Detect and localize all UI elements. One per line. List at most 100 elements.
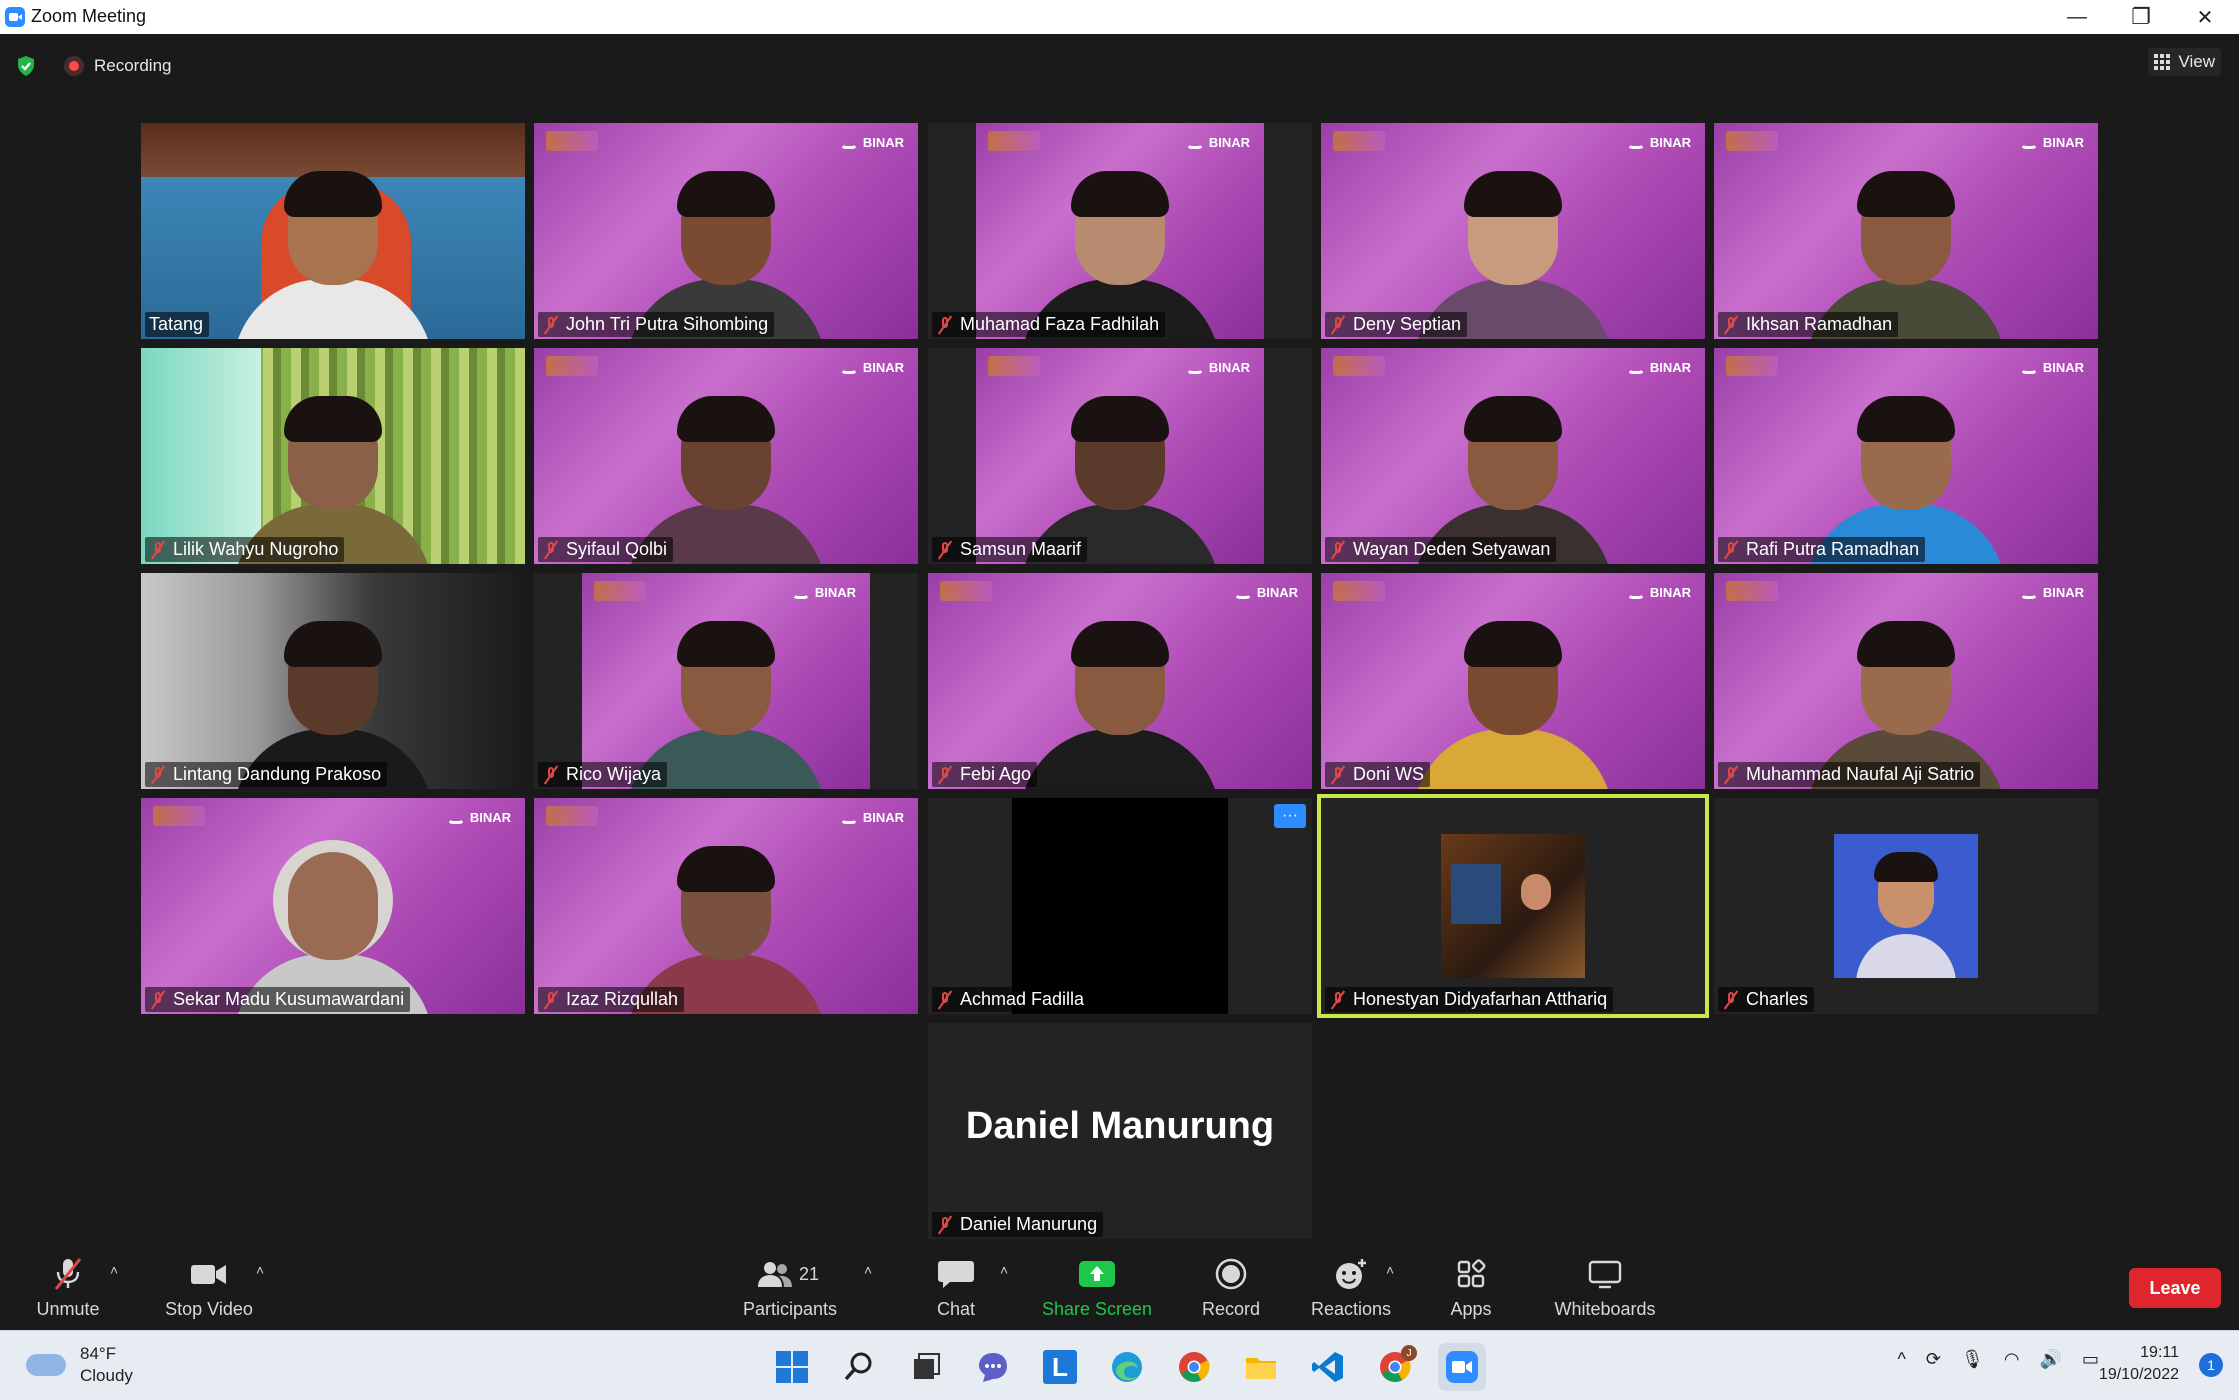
wifi-icon[interactable]: ◠: [2004, 1349, 2020, 1370]
participant-name: Samsun Maarif: [960, 539, 1082, 559]
apps-button[interactable]: Apps: [1436, 1250, 1506, 1330]
restore-button[interactable]: ❐: [2109, 0, 2173, 34]
binar-logo: BINAR: [446, 810, 511, 825]
file-explorer-icon[interactable]: [1237, 1343, 1285, 1391]
participant-name-tag: Samsun Maarif: [932, 537, 1088, 562]
video-tile-rico-wijaya[interactable]: BINAR Rico Wijaya: [534, 573, 918, 789]
edge-icon[interactable]: [1103, 1343, 1151, 1391]
more-options-button[interactable]: ···: [1274, 804, 1306, 828]
zoom-icon[interactable]: [1438, 1343, 1486, 1391]
video-tile-lilik-wahyu-nugroho[interactable]: Lilik Wahyu Nugroho: [141, 348, 525, 564]
participants-icon: 21: [755, 1257, 825, 1291]
window-title: Zoom Meeting: [31, 6, 147, 26]
chat-button[interactable]: Chat: [920, 1250, 992, 1330]
unmute-label: Unmute: [36, 1299, 100, 1319]
video-tile-tatang[interactable]: Tatang: [141, 123, 525, 339]
kompas-logo: [546, 131, 598, 151]
muted-microphone-icon: [1329, 315, 1347, 335]
video-tile-lintang-dandung-prakoso[interactable]: Lintang Dandung Prakoso: [141, 573, 525, 789]
weather-widget[interactable]: 84°F Cloudy: [26, 1343, 133, 1387]
video-tile-daniel-manurung[interactable]: Daniel Manurung Daniel Manurung: [928, 1023, 1312, 1239]
participant-name: Rico Wijaya: [566, 764, 662, 784]
participant-video: [1413, 621, 1613, 789]
whiteboard-icon: [1585, 1257, 1625, 1291]
video-tile-izaz-rizqullah[interactable]: BINAR Izaz Rizqullah: [534, 798, 918, 1014]
chrome-icon[interactable]: [1170, 1343, 1218, 1391]
reactions-label: Reactions: [1310, 1299, 1392, 1319]
stop-video-label: Stop Video: [165, 1299, 253, 1319]
microphone-icon[interactable]: 🎙: [1961, 1349, 1984, 1370]
video-tile-charles[interactable]: Charles: [1714, 798, 2098, 1014]
whiteboards-button[interactable]: Whiteboards: [1544, 1250, 1666, 1330]
apps-icon: [1451, 1257, 1491, 1291]
recording-label[interactable]: Recording: [94, 56, 172, 76]
volume-icon[interactable]: 🔊: [2040, 1349, 2062, 1370]
encryption-shield-icon[interactable]: [14, 54, 38, 78]
video-tile-achmad-fadilla[interactable]: ··· Achmad Fadilla: [928, 798, 1312, 1014]
muted-microphone-icon: [1722, 315, 1740, 335]
view-button[interactable]: View: [2148, 48, 2221, 76]
participants-button[interactable]: 21 Participants: [736, 1250, 844, 1330]
chrome-profile-icon[interactable]: J: [1371, 1343, 1419, 1391]
video-tile-syifaul-qolbi[interactable]: BINAR Syifaul Qolbi: [534, 348, 918, 564]
minimize-button[interactable]: —: [2045, 0, 2109, 34]
leave-button[interactable]: Leave: [2129, 1268, 2221, 1308]
participant-name-tag: Muhamad Faza Fadhilah: [932, 312, 1166, 337]
battery-icon[interactable]: ▭: [2082, 1349, 2099, 1370]
window-title-bar: Zoom Meeting — ❐ ✕: [0, 0, 2239, 34]
show-hidden-icons-icon[interactable]: ^: [1897, 1349, 1905, 1370]
kompas-logo: [1726, 131, 1778, 151]
kompas-logo: [153, 806, 205, 826]
start-icon[interactable]: [768, 1343, 816, 1391]
taskbar-clock[interactable]: 19:11 19/10/2022: [2099, 1342, 2179, 1386]
video-tile-wayan-deden-setyawan[interactable]: BINAR Wayan Deden Setyawan: [1321, 348, 1705, 564]
unmute-button[interactable]: Unmute: [22, 1250, 114, 1330]
participant-name-tag: Ikhsan Ramadhan: [1718, 312, 1899, 337]
video-tile-john-tri-putra-sihombing[interactable]: BINAR John Tri Putra Sihombing: [534, 123, 918, 339]
video-options-caret[interactable]: ˄: [256, 1262, 264, 1278]
vscode-icon[interactable]: [1304, 1343, 1352, 1391]
binar-logo: BINAR: [2019, 135, 2084, 150]
l-app-icon[interactable]: L: [1036, 1343, 1084, 1391]
teams-chat-icon[interactable]: [969, 1343, 1017, 1391]
muted-microphone-icon: [1722, 765, 1740, 785]
video-tile-febi-ago[interactable]: BINAR Febi Ago: [928, 573, 1312, 789]
participant-name-tag: Honestyan Didyafarhan Atthariq: [1325, 987, 1614, 1012]
binar-logo: BINAR: [791, 585, 856, 600]
reactions-options-caret[interactable]: ˄: [1386, 1262, 1394, 1278]
audio-options-caret[interactable]: ˄: [110, 1262, 118, 1278]
reactions-button[interactable]: Reactions: [1306, 1250, 1396, 1330]
sync-icon[interactable]: ⟳: [1926, 1349, 1941, 1370]
video-tile-doni-ws[interactable]: BINAR Doni WS: [1321, 573, 1705, 789]
cloud-icon: [26, 1354, 66, 1376]
participant-name-tag: Daniel Manurung: [932, 1212, 1104, 1237]
record-button[interactable]: Record: [1194, 1250, 1268, 1330]
task-view-icon[interactable]: [902, 1343, 950, 1391]
kompas-logo: [1333, 131, 1385, 151]
chat-label: Chat: [936, 1299, 976, 1319]
video-tile-rafi-putra-ramadhan[interactable]: BINAR Rafi Putra Ramadhan: [1714, 348, 2098, 564]
stop-video-button[interactable]: Stop Video: [156, 1250, 262, 1330]
video-tile-muhamad-faza-fadhilah[interactable]: BINAR Muhamad Faza Fadhilah: [928, 123, 1312, 339]
video-off-area: [1012, 798, 1228, 1014]
participants-options-caret[interactable]: ˄: [864, 1262, 872, 1278]
video-tile-deny-septian[interactable]: BINAR Deny Septian: [1321, 123, 1705, 339]
video-tile-samsun-maarif[interactable]: BINAR Samsun Maarif: [928, 348, 1312, 564]
search-icon[interactable]: [835, 1343, 883, 1391]
video-tile-ikhsan-ramadhan[interactable]: BINAR Ikhsan Ramadhan: [1714, 123, 2098, 339]
participant-name: Syifaul Qolbi: [566, 539, 668, 559]
participant-name: Deny Septian: [1353, 314, 1462, 334]
recording-icon: [64, 56, 84, 76]
video-tile-muhammad-naufal-aji-satrio[interactable]: BINAR Muhammad Naufal Aji Satrio: [1714, 573, 2098, 789]
participant-count: 21: [799, 1263, 820, 1284]
share-screen-button[interactable]: Share Screen: [1040, 1250, 1154, 1330]
close-button[interactable]: ✕: [2173, 0, 2237, 34]
notification-badge[interactable]: 1: [2199, 1353, 2223, 1377]
video-tile-sekar-madu-kusumawardani[interactable]: BINAR Sekar Madu Kusumawardani: [141, 798, 525, 1014]
kompas-logo: [546, 356, 598, 376]
chat-options-caret[interactable]: ˄: [1000, 1262, 1008, 1278]
muted-microphone-icon: [936, 540, 954, 560]
weather-temperature: 84°F: [80, 1344, 117, 1363]
video-tile-honestyan-didyafarhan-atthariq[interactable]: Honestyan Didyafarhan Atthariq: [1317, 794, 1709, 1018]
binar-logo: BINAR: [2019, 360, 2084, 375]
